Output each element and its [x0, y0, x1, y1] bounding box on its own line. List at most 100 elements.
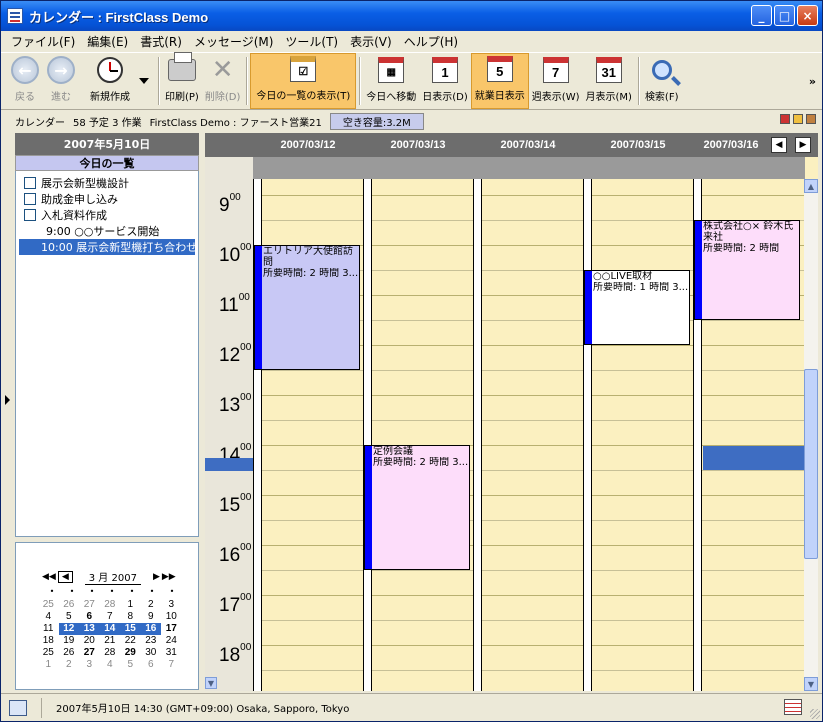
list-item[interactable]: 9:00 ○○サービス開始 — [16, 223, 198, 239]
day-cell-selected[interactable]: 14 — [99, 623, 120, 635]
day-cell[interactable]: 28 — [100, 647, 121, 659]
prev-month-icon[interactable]: ◀ — [57, 571, 73, 583]
day-cell[interactable]: 4 — [100, 659, 121, 671]
day-cell[interactable]: 7 — [100, 611, 121, 623]
day-cell[interactable]: 26 — [59, 647, 80, 659]
day-cell[interactable]: 10 — [161, 611, 182, 623]
menu-help[interactable]: ヘルプ(H) — [398, 33, 464, 50]
task-checkbox[interactable] — [24, 209, 36, 221]
list-item[interactable]: 展示会新型機設計 — [16, 175, 198, 191]
day-cell[interactable]: 24 — [161, 635, 182, 647]
day-cell[interactable]: 9 — [141, 611, 162, 623]
day-header[interactable]: 2007/03/13 — [363, 133, 473, 157]
copy-icon[interactable] — [780, 114, 790, 124]
day-cell[interactable]: 8 — [120, 611, 141, 623]
resize-grip-icon[interactable] — [810, 709, 820, 719]
prev-period-button[interactable]: ◀ — [771, 137, 787, 153]
next-month-icon[interactable]: ▶ — [153, 572, 160, 582]
list-item-selected[interactable]: 10:00 展示会新型機打ち合わせ — [19, 239, 197, 255]
close-button[interactable]: × — [797, 5, 818, 26]
scroll-down-button[interactable]: ▼ — [804, 677, 818, 691]
day-cell[interactable]: 2 — [141, 599, 162, 611]
day-cell[interactable]: 25 — [38, 647, 59, 659]
calendar-event[interactable]: 株式会社○× 鈴木氏来社 所要時間: 2 時間 — [694, 220, 800, 320]
menu-message[interactable]: メッセージ(M) — [188, 33, 279, 50]
panel-toggle-icon[interactable] — [9, 699, 27, 716]
vertical-scrollbar[interactable]: ▲ ▼ — [804, 179, 818, 691]
day-header[interactable]: 2007/03/12 — [253, 133, 363, 157]
scroll-thumb[interactable] — [804, 369, 818, 559]
day-cell-selected[interactable]: 15 — [120, 623, 141, 635]
day-cell[interactable]: 21 — [100, 635, 121, 647]
menu-file[interactable]: ファイル(F) — [5, 33, 81, 50]
task-checkbox[interactable] — [24, 193, 36, 205]
calendar-event[interactable]: エリトリア大使館訪問 所要時間: 2 時間 3... — [254, 245, 360, 370]
week-view-button[interactable]: 7 週表示(W) — [529, 53, 583, 109]
day-cell[interactable]: 5 — [59, 611, 80, 623]
month-view-button[interactable]: 31 月表示(M) — [583, 53, 635, 109]
day-cell[interactable]: 19 — [59, 635, 80, 647]
menu-tools[interactable]: ツール(T) — [279, 33, 344, 50]
new-dropdown-arrow-icon[interactable] — [139, 78, 149, 84]
scroll-up-button[interactable]: ▲ — [804, 179, 818, 193]
day-cell[interactable]: 7 — [161, 659, 182, 671]
day-cell-selected[interactable]: 13 — [79, 623, 100, 635]
calendar-list-icon[interactable] — [784, 699, 802, 715]
day-cell[interactable]: 20 — [79, 635, 100, 647]
search-button[interactable]: 検索(F) — [642, 53, 682, 109]
brush-icon[interactable] — [806, 114, 816, 124]
day-cell[interactable]: 1 — [120, 599, 141, 611]
day-header[interactable]: 2007/03/16 — [693, 133, 769, 157]
toolbar-overflow-icon[interactable]: » — [809, 75, 816, 88]
go-today-button[interactable]: ▦ 今日へ移動 — [363, 53, 419, 109]
day-cell[interactable]: 22 — [120, 635, 141, 647]
day-header[interactable]: 2007/03/14 — [473, 133, 583, 157]
day-cell[interactable]: 26 — [59, 599, 80, 611]
day-cell[interactable]: 4 — [38, 611, 59, 623]
day-cell[interactable]: 28 — [100, 599, 121, 611]
calendar-event[interactable]: 定例会議 所要時間: 2 時間 3... — [364, 445, 470, 570]
list-item[interactable]: 助成金申し込み — [16, 191, 198, 207]
day-cell[interactable]: 30 — [141, 647, 162, 659]
day-cell[interactable]: 27 — [79, 647, 100, 659]
day-cell[interactable]: 31 — [161, 647, 182, 659]
day-cell[interactable]: 18 — [38, 635, 59, 647]
day-cell[interactable]: 27 — [79, 599, 100, 611]
delete-button[interactable]: ✕ 削除(D) — [202, 53, 244, 109]
next-year-icon[interactable]: ▶▶ — [162, 572, 176, 582]
day-view-button[interactable]: 1 日表示(D) — [419, 53, 471, 109]
new-button[interactable]: 新規作成 — [87, 53, 133, 109]
prev-year-icon[interactable]: ◀◀ — [42, 572, 56, 582]
panel-expand-icon[interactable] — [5, 395, 10, 405]
menu-format[interactable]: 書式(R) — [134, 33, 188, 50]
scroll-to-now-button[interactable]: ▼ — [205, 677, 217, 689]
next-period-button[interactable]: ▶ — [795, 137, 811, 153]
day-cell[interactable]: 11 — [38, 623, 59, 635]
day-cell[interactable]: 6 — [141, 659, 162, 671]
maximize-button[interactable]: □ — [774, 5, 795, 26]
calendar-event[interactable]: ○○LIVE取材 所要時間: 1 時間 3... — [584, 270, 690, 345]
all-day-row[interactable] — [253, 157, 805, 179]
pencil-icon[interactable] — [793, 114, 803, 124]
menu-edit[interactable]: 編集(E) — [81, 33, 134, 50]
workweek-view-button[interactable]: 5 就業日表示 — [470, 53, 529, 109]
day-header[interactable]: 2007/03/15 — [583, 133, 693, 157]
day-cell[interactable]: 29 — [120, 647, 141, 659]
list-item[interactable]: 入札資料作成 — [16, 207, 198, 223]
day-cell[interactable]: 3 — [79, 659, 100, 671]
minimize-button[interactable]: _ — [751, 5, 772, 26]
day-cell-selected[interactable]: 12 — [58, 623, 79, 635]
day-cell[interactable]: 3 — [161, 599, 182, 611]
day-cell[interactable]: 6 — [79, 611, 100, 623]
day-cell[interactable]: 5 — [120, 659, 141, 671]
back-button[interactable]: ← 戻る — [7, 53, 43, 109]
menu-view[interactable]: 表示(V) — [344, 33, 398, 50]
day-cell[interactable]: 17 — [161, 623, 182, 635]
day-cell[interactable]: 1 — [38, 659, 59, 671]
today-list-button[interactable]: ☑ 今日の一覧の表示(T) — [250, 53, 357, 109]
day-cell[interactable]: 25 — [38, 599, 59, 611]
day-cell[interactable]: 23 — [141, 635, 162, 647]
task-checkbox[interactable] — [24, 177, 36, 189]
day-cell-selected[interactable]: 16 — [140, 623, 161, 635]
print-button[interactable]: 印刷(P) — [162, 52, 202, 109]
